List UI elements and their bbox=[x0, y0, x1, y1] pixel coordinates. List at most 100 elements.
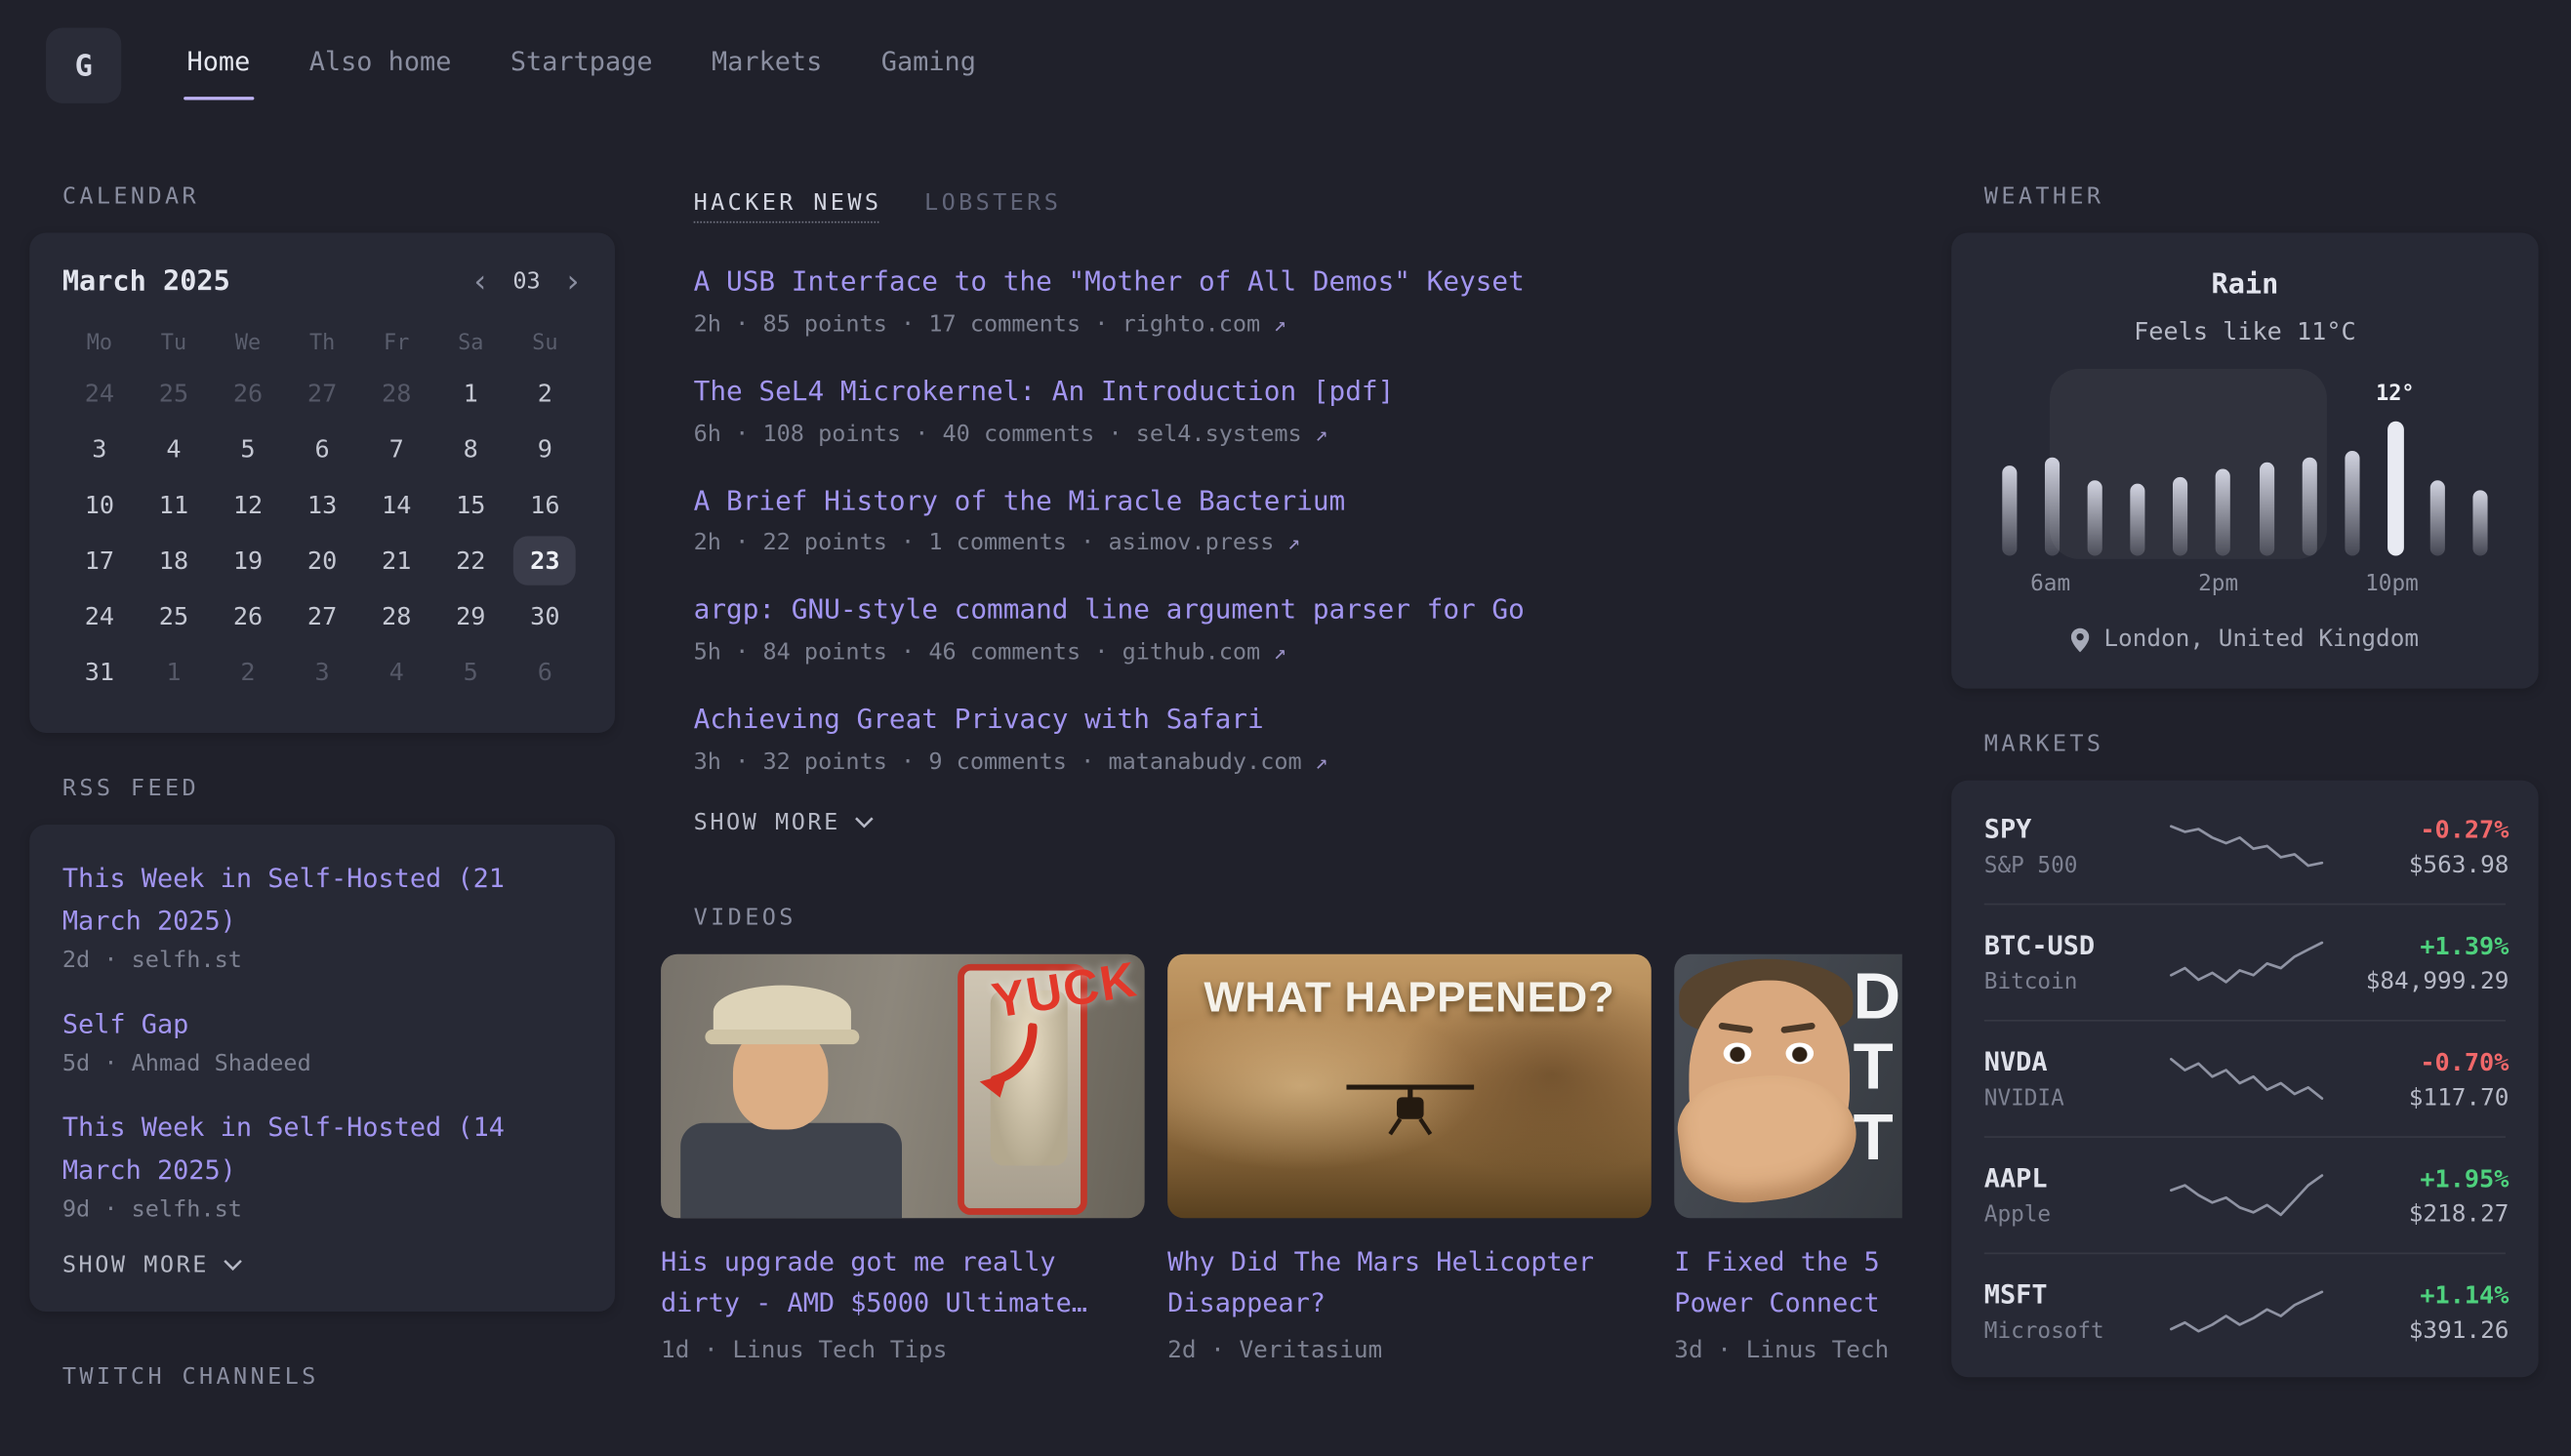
calendar-day: 24 bbox=[68, 591, 131, 640]
market-name: NVIDIA bbox=[1984, 1085, 2168, 1112]
weather-hour-labels: 6am2pm10pm bbox=[1987, 571, 2503, 597]
calendar-weekdays: MoTuWeThFrSaSu bbox=[62, 318, 583, 366]
weather-hour-label: 6am bbox=[2029, 571, 2071, 597]
calendar-day: 25 bbox=[143, 591, 205, 640]
hn-story-title[interactable]: A Brief History of the Miracle Bacterium bbox=[694, 481, 1902, 522]
hn-story-meta: 2h · 85 points · 17 comments · righto.co… bbox=[694, 311, 1902, 338]
top-nav: G Home Also home Startpage Markets Gaming bbox=[0, 0, 2571, 131]
rss-show-more-label: SHOW MORE bbox=[62, 1252, 209, 1278]
rss-item-meta: 9d · selfh.st bbox=[62, 1196, 583, 1223]
hn-story-title[interactable]: argp: GNU-style command line argument pa… bbox=[694, 590, 1902, 631]
rss-item: Self Gap5d · Ahmad Shadeed bbox=[62, 1003, 583, 1076]
calendar-weekday: Fr bbox=[384, 318, 409, 366]
nav-item-home[interactable]: Home bbox=[184, 28, 253, 102]
nav-item-startpage[interactable]: Startpage bbox=[508, 28, 656, 102]
hn-story-title[interactable]: The SeL4 Microkernel: An Introduction [p… bbox=[694, 372, 1902, 413]
weather-hour-label bbox=[2113, 571, 2155, 597]
video-meta: 3d · Linus Tech Tips bbox=[1674, 1338, 1902, 1364]
hn-story-title[interactable]: A USB Interface to the "Mother of All De… bbox=[694, 263, 1902, 303]
weather-bar-column bbox=[2073, 382, 2116, 555]
calendar-weekday: We bbox=[235, 318, 261, 366]
top-nav-items: Home Also home Startpage Markets Gaming bbox=[184, 0, 979, 131]
hn-story: A Brief History of the Miracle Bacterium… bbox=[661, 481, 1902, 556]
video-thumbnail[interactable]: DOTT bbox=[1674, 953, 1902, 1217]
app-logo[interactable]: G bbox=[46, 28, 121, 103]
hn-show-more-button[interactable]: SHOW MORE bbox=[661, 810, 1902, 836]
weather-bar-column bbox=[2159, 382, 2202, 555]
nav-item-also-home[interactable]: Also home bbox=[306, 28, 454, 102]
market-price: $84,999.29 bbox=[2325, 968, 2509, 994]
weather-bar bbox=[2130, 484, 2144, 556]
market-row-btc-usd[interactable]: BTC-USDBitcoin +1.39%$84,999.29 bbox=[1984, 904, 2506, 1020]
video-title[interactable]: His upgrade got me really dirty - AMD $5… bbox=[661, 1242, 1145, 1323]
weather-hour-label bbox=[2281, 571, 2323, 597]
calendar-day: 11 bbox=[143, 480, 205, 529]
weather-bar-column bbox=[2202, 382, 2245, 555]
market-row-spy[interactable]: SPYS&P 500-0.27%$563.98 bbox=[1984, 789, 2506, 904]
calendar-widget: March 2025 ‹ 03 › MoTuWeThFrSaSu 2425262… bbox=[29, 233, 615, 733]
hn-story: Achieving Great Privacy with Safari3h · … bbox=[661, 700, 1902, 775]
market-price-block: -0.27%$563.98 bbox=[2325, 814, 2509, 878]
market-change: -0.70% bbox=[2325, 1047, 2509, 1076]
calendar-day: 5 bbox=[217, 425, 279, 473]
market-name: Apple bbox=[1984, 1201, 2168, 1228]
external-link-icon: ↗ bbox=[1287, 532, 1300, 556]
dashboard-columns: CALENDAR March 2025 ‹ 03 › MoTuWeThFrSaS… bbox=[0, 131, 2571, 1412]
calendar-weekday: Th bbox=[309, 318, 335, 366]
calendar-day: 26 bbox=[217, 591, 279, 640]
market-name: Microsoft bbox=[1984, 1318, 2168, 1345]
market-symbol: AAPL bbox=[1984, 1162, 2168, 1193]
market-change: +1.14% bbox=[2325, 1279, 2509, 1309]
next-month-button[interactable]: › bbox=[563, 266, 582, 298]
tab-lobsters[interactable]: LOBSTERS bbox=[924, 190, 1061, 217]
hn-story-title[interactable]: Achieving Great Privacy with Safari bbox=[694, 700, 1902, 741]
video-meta: 2d · Veritasium bbox=[1167, 1338, 1652, 1364]
calendar-day: 18 bbox=[143, 536, 205, 585]
market-price-block: +1.14%$391.26 bbox=[2325, 1279, 2509, 1344]
weather-bar bbox=[2345, 451, 2359, 556]
nav-item-gaming[interactable]: Gaming bbox=[877, 28, 979, 102]
market-sparkline bbox=[2168, 938, 2325, 987]
weather-bar-column: 12° bbox=[2374, 382, 2417, 555]
prev-month-button[interactable]: ‹ bbox=[471, 266, 490, 298]
video-title[interactable]: I Fixed the 5 Power Connect bbox=[1674, 1242, 1902, 1323]
market-row-aapl[interactable]: AAPLApple+1.95%$218.27 bbox=[1984, 1136, 2506, 1252]
calendar-weekday: Su bbox=[532, 318, 557, 366]
calendar-grid: 2425262728123456789101112131415161718192… bbox=[62, 366, 583, 701]
calendar-day: 14 bbox=[365, 480, 428, 529]
section-title-twitch: TWITCH CHANNELS bbox=[29, 1363, 615, 1390]
calendar-day: 12 bbox=[217, 480, 279, 529]
market-row-nvda[interactable]: NVDANVIDIA-0.70%$117.70 bbox=[1984, 1020, 2506, 1136]
calendar-day: 21 bbox=[365, 536, 428, 585]
hn-story-meta: 2h · 22 points · 1 comments · asimov.pre… bbox=[694, 530, 1902, 556]
market-sparkline bbox=[2168, 1287, 2325, 1336]
weather-bar bbox=[2302, 458, 2316, 556]
rss-show-more-button[interactable]: SHOW MORE bbox=[62, 1252, 583, 1278]
rss-item-title[interactable]: This Week in Self-Hosted (21 March 2025) bbox=[62, 858, 583, 943]
video-title[interactable]: Why Did The Mars Helicopter Disappear? bbox=[1167, 1242, 1652, 1323]
market-row-msft[interactable]: MSFTMicrosoft+1.14%$391.26 bbox=[1984, 1253, 2506, 1369]
center-column: HACKER NEWS LOBSTERS A USB Interface to … bbox=[661, 157, 1902, 1412]
chevron-down-icon bbox=[855, 817, 875, 829]
weather-bar bbox=[2387, 422, 2403, 556]
rss-item: This Week in Self-Hosted (21 March 2025)… bbox=[62, 858, 583, 974]
video-thumbnail[interactable]: WHAT HAPPENED? bbox=[1167, 953, 1652, 1217]
video-card: WHAT HAPPENED? Why Did The Mars Helicopte… bbox=[1167, 953, 1652, 1364]
rss-item: This Week in Self-Hosted (14 March 2025)… bbox=[62, 1107, 583, 1223]
video-thumbnail[interactable]: YUCK bbox=[661, 953, 1145, 1217]
calendar-day: 3 bbox=[68, 425, 131, 473]
weather-chart: 12° bbox=[1987, 382, 2503, 555]
helicopter-icon bbox=[1339, 1077, 1480, 1138]
weather-hour-label bbox=[2323, 571, 2365, 597]
market-price-block: +1.39%$84,999.29 bbox=[2325, 930, 2509, 994]
market-price: $218.27 bbox=[2325, 1201, 2509, 1228]
rss-item-title[interactable]: Self Gap bbox=[62, 1003, 583, 1046]
market-symbol-block: AAPL Apple bbox=[1984, 1162, 2168, 1228]
market-symbol-block: BTC-USDBitcoin bbox=[1984, 930, 2168, 995]
nav-item-markets[interactable]: Markets bbox=[709, 28, 826, 102]
calendar-day: 6 bbox=[291, 425, 353, 473]
calendar-day: 4 bbox=[143, 425, 205, 473]
tab-hacker-news[interactable]: HACKER NEWS bbox=[694, 190, 882, 217]
rss-item-title[interactable]: This Week in Self-Hosted (14 March 2025) bbox=[62, 1107, 583, 1192]
video-meta: 1d · Linus Tech Tips bbox=[661, 1338, 1145, 1364]
